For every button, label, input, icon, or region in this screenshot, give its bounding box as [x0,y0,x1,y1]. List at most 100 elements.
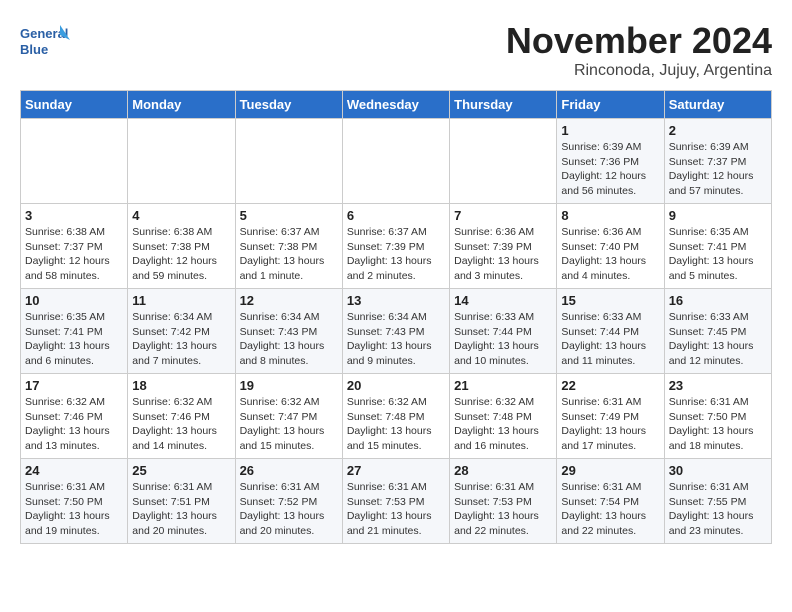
day-number: 5 [240,208,338,223]
calendar-cell: 11 Sunrise: 6:34 AMSunset: 7:42 PMDayligh… [128,289,235,374]
day-number: 11 [132,293,230,308]
calendar-cell: 7Sunrise: 6:36 AMSunset: 7:39 PMDaylight… [450,204,557,289]
calendar-cell: 8 Sunrise: 6:36 AMSunset: 7:40 PMDaylight… [557,204,664,289]
day-number: 3 [25,208,123,223]
weekday-header-tuesday: Tuesday [235,91,342,119]
calendar-cell: 13Sunrise: 6:34 AMSunset: 7:43 PMDayligh… [342,289,449,374]
day-number: 14 [454,293,552,308]
day-info: Sunrise: 6:31 AMSunset: 7:49 PMDaylight:… [561,395,659,454]
calendar-cell: 16 Sunrise: 6:33 AMSunset: 7:45 PMDayligh… [664,289,771,374]
calendar-cell: 26 Sunrise: 6:31 AMSunset: 7:52 PMDayligh… [235,459,342,544]
day-info: Sunrise: 6:36 AMSunset: 7:40 PMDaylight:… [561,225,659,284]
calendar-cell: 19 Sunrise: 6:32 AMSunset: 7:47 PMDayligh… [235,374,342,459]
day-number: 24 [25,463,123,478]
day-number: 21 [454,378,552,393]
logo: General Blue [20,20,70,65]
day-info: Sunrise: 6:35 AMSunset: 7:41 PMDaylight:… [669,225,767,284]
calendar-cell: 24Sunrise: 6:31 AMSunset: 7:50 PMDayligh… [21,459,128,544]
month-title: November 2024 [506,20,772,62]
day-info: Sunrise: 6:39 AMSunset: 7:37 PMDaylight:… [669,140,767,199]
calendar-table: SundayMondayTuesdayWednesdayThursdayFrid… [20,90,772,544]
day-number: 19 [240,378,338,393]
weekday-header-sunday: Sunday [21,91,128,119]
day-number: 8 [561,208,659,223]
day-number: 12 [240,293,338,308]
calendar-cell: 29Sunrise: 6:31 AMSunset: 7:54 PMDayligh… [557,459,664,544]
day-info: Sunrise: 6:33 AMSunset: 7:44 PMDaylight:… [454,310,552,369]
calendar-cell: 9 Sunrise: 6:35 AMSunset: 7:41 PMDaylight… [664,204,771,289]
weekday-header-monday: Monday [128,91,235,119]
day-number: 29 [561,463,659,478]
calendar-cell [342,119,449,204]
day-info: Sunrise: 6:33 AMSunset: 7:44 PMDaylight:… [561,310,659,369]
calendar-cell: 15 Sunrise: 6:33 AMSunset: 7:44 PMDayligh… [557,289,664,374]
day-info: Sunrise: 6:31 AMSunset: 7:53 PMDaylight:… [454,480,552,539]
day-info: Sunrise: 6:39 AMSunset: 7:36 PMDaylight:… [561,140,659,199]
calendar-week-2: 3 Sunrise: 6:38 AMSunset: 7:37 PMDaylight… [21,204,772,289]
calendar-cell [235,119,342,204]
day-info: Sunrise: 6:35 AMSunset: 7:41 PMDaylight:… [25,310,123,369]
weekday-header-row: SundayMondayTuesdayWednesdayThursdayFrid… [21,91,772,119]
day-number: 15 [561,293,659,308]
calendar-week-4: 17 Sunrise: 6:32 AMSunset: 7:46 PMDayligh… [21,374,772,459]
weekday-header-wednesday: Wednesday [342,91,449,119]
calendar-week-5: 24Sunrise: 6:31 AMSunset: 7:50 PMDayligh… [21,459,772,544]
day-number: 4 [132,208,230,223]
weekday-header-saturday: Saturday [664,91,771,119]
title-area: November 2024 Rinconoda, Jujuy, Argentin… [506,20,772,80]
day-number: 30 [669,463,767,478]
day-number: 9 [669,208,767,223]
calendar-cell: 28 Sunrise: 6:31 AMSunset: 7:53 PMDayligh… [450,459,557,544]
weekday-header-thursday: Thursday [450,91,557,119]
day-number: 6 [347,208,445,223]
day-info: Sunrise: 6:31 AMSunset: 7:55 PMDaylight:… [669,480,767,539]
day-info: Sunrise: 6:31 AMSunset: 7:51 PMDaylight:… [132,480,230,539]
day-number: 20 [347,378,445,393]
day-info: Sunrise: 6:37 AMSunset: 7:38 PMDaylight:… [240,225,338,284]
calendar-cell: 18Sunrise: 6:32 AMSunset: 7:46 PMDayligh… [128,374,235,459]
day-info: Sunrise: 6:34 AMSunset: 7:42 PMDaylight:… [132,310,230,369]
day-number: 28 [454,463,552,478]
calendar-week-1: 1Sunrise: 6:39 AMSunset: 7:36 PMDaylight… [21,119,772,204]
day-info: Sunrise: 6:31 AMSunset: 7:52 PMDaylight:… [240,480,338,539]
day-number: 27 [347,463,445,478]
header: General Blue November 2024 Rinconoda, Ju… [20,20,772,80]
day-info: Sunrise: 6:33 AMSunset: 7:45 PMDaylight:… [669,310,767,369]
day-info: Sunrise: 6:37 AMSunset: 7:39 PMDaylight:… [347,225,445,284]
calendar-cell: 20 Sunrise: 6:32 AMSunset: 7:48 PMDayligh… [342,374,449,459]
day-number: 23 [669,378,767,393]
day-number: 26 [240,463,338,478]
weekday-header-friday: Friday [557,91,664,119]
day-info: Sunrise: 6:34 AMSunset: 7:43 PMDaylight:… [240,310,338,369]
calendar-cell: 3 Sunrise: 6:38 AMSunset: 7:37 PMDaylight… [21,204,128,289]
day-info: Sunrise: 6:32 AMSunset: 7:48 PMDaylight:… [454,395,552,454]
day-number: 2 [669,123,767,138]
calendar-cell: 4 Sunrise: 6:38 AMSunset: 7:38 PMDaylight… [128,204,235,289]
day-info: Sunrise: 6:38 AMSunset: 7:38 PMDaylight:… [132,225,230,284]
day-info: Sunrise: 6:32 AMSunset: 7:46 PMDaylight:… [132,395,230,454]
day-info: Sunrise: 6:32 AMSunset: 7:46 PMDaylight:… [25,395,123,454]
calendar-cell: 10 Sunrise: 6:35 AMSunset: 7:41 PMDayligh… [21,289,128,374]
calendar-cell: 6 Sunrise: 6:37 AMSunset: 7:39 PMDaylight… [342,204,449,289]
calendar-cell: 22Sunrise: 6:31 AMSunset: 7:49 PMDayligh… [557,374,664,459]
day-number: 10 [25,293,123,308]
day-number: 16 [669,293,767,308]
location-title: Rinconoda, Jujuy, Argentina [506,62,772,80]
day-info: Sunrise: 6:36 AMSunset: 7:39 PMDaylight:… [454,225,552,284]
calendar-cell: 23Sunrise: 6:31 AMSunset: 7:50 PMDayligh… [664,374,771,459]
day-info: Sunrise: 6:31 AMSunset: 7:53 PMDaylight:… [347,480,445,539]
calendar-cell: 12 Sunrise: 6:34 AMSunset: 7:43 PMDayligh… [235,289,342,374]
day-info: Sunrise: 6:32 AMSunset: 7:48 PMDaylight:… [347,395,445,454]
calendar-cell [450,119,557,204]
day-number: 25 [132,463,230,478]
day-info: Sunrise: 6:38 AMSunset: 7:37 PMDaylight:… [25,225,123,284]
day-info: Sunrise: 6:34 AMSunset: 7:43 PMDaylight:… [347,310,445,369]
calendar-cell: 14 Sunrise: 6:33 AMSunset: 7:44 PMDayligh… [450,289,557,374]
calendar-cell [21,119,128,204]
svg-text:Blue: Blue [20,42,48,57]
calendar-cell: 25 Sunrise: 6:31 AMSunset: 7:51 PMDayligh… [128,459,235,544]
day-number: 17 [25,378,123,393]
day-info: Sunrise: 6:32 AMSunset: 7:47 PMDaylight:… [240,395,338,454]
calendar-cell: 2 Sunrise: 6:39 AMSunset: 7:37 PMDaylight… [664,119,771,204]
calendar-cell: 30 Sunrise: 6:31 AMSunset: 7:55 PMDayligh… [664,459,771,544]
